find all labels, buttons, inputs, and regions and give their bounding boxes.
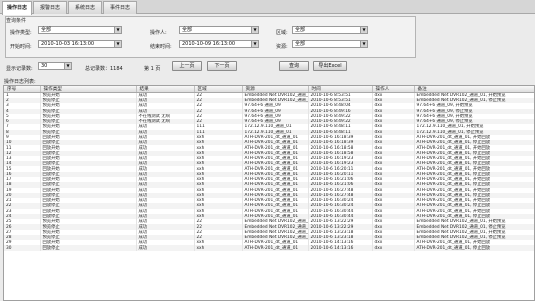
table-cell: ATH-DVR-201_dt_通道_01 bbox=[242, 140, 309, 146]
chevron-down-icon: ▼ bbox=[114, 27, 121, 33]
tab-system-log[interactable]: 系统日志 bbox=[68, 1, 102, 14]
table-cell: xxh bbox=[194, 245, 243, 251]
resource-label: 资源: bbox=[276, 44, 288, 50]
table-row[interactable]: 30 回放停止 成功 xxh ATH-DVR-201_dt_通道_01 2010-10-6… bbox=[4, 245, 534, 251]
query-conditions-panel bbox=[5, 16, 416, 58]
table-cell: ATH-DVR-201_dt_通道_01 bbox=[242, 182, 309, 188]
end-time-picker[interactable]: 2010-10-09 16:13:00 ▼ bbox=[179, 40, 259, 48]
chevron-down-icon: ▼ bbox=[360, 41, 367, 47]
total-records: 总记录数：1184 bbox=[85, 66, 123, 72]
table-cell: ATH-DVR-201_dt_通道_01 bbox=[242, 187, 309, 193]
query-button[interactable]: 查询 bbox=[279, 61, 309, 71]
region-label: 区域: bbox=[276, 30, 288, 36]
next-page-button[interactable]: 下一页 bbox=[207, 61, 237, 71]
start-time-label: 开始时间: bbox=[10, 44, 32, 50]
table-cell: ATH-DVR-201_dt_通道_01, 停止回放 bbox=[414, 245, 534, 251]
prev-page-button[interactable]: 上一页 bbox=[172, 61, 202, 71]
page-indicator: 第 1 页 bbox=[144, 66, 161, 72]
table-cell: ATH-DVR-201_dt_通道_01 bbox=[242, 161, 309, 167]
per-page-value: 30 bbox=[41, 63, 48, 69]
chevron-down-icon: ▼ bbox=[64, 63, 71, 69]
chevron-down-icon: ▼ bbox=[251, 27, 258, 33]
op-type-select[interactable]: 全部 ▼ bbox=[38, 26, 122, 34]
table-cell: 成功 bbox=[136, 245, 195, 251]
table-cell: ATH-DVR-201_dt_通道_01 bbox=[242, 245, 309, 251]
table-cell: dxx bbox=[372, 245, 415, 251]
operation-log-table: 序号 操作类型 结果 区域 资源 时间 操作人 备注 1 预览开始 成功 22 Embedded Ne… bbox=[3, 85, 535, 301]
tab-alarm-log[interactable]: 报警日志 bbox=[33, 1, 67, 14]
start-time-value: 2010-10-03 16:13:00 bbox=[41, 41, 95, 47]
operator-label: 操作人: bbox=[150, 30, 167, 36]
table-cell: Embedded Net DVR102_通道_01 bbox=[242, 219, 309, 225]
resource-select[interactable]: 全部 ▼ bbox=[292, 40, 368, 48]
op-type-label: 操作类型: bbox=[10, 30, 32, 36]
table-cell: ATH-DVR-201_dt_通道_01 bbox=[242, 166, 309, 172]
chevron-down-icon: ▼ bbox=[251, 41, 258, 47]
export-excel-button[interactable]: 导出Excel bbox=[313, 61, 347, 71]
table-cell: 2010-10-6 14:13:16 bbox=[308, 245, 373, 251]
table-cell: 回放停止 bbox=[40, 245, 137, 251]
table-cell: ATH-DVR-201_dt_通道_01 bbox=[242, 203, 309, 209]
resource-value: 全部 bbox=[295, 41, 306, 47]
table-cell: 30 bbox=[4, 245, 41, 251]
region-value: 全部 bbox=[295, 27, 306, 33]
per-page-label: 显示记录数: bbox=[6, 66, 33, 72]
chevron-down-icon: ▼ bbox=[360, 27, 367, 33]
chevron-down-icon: ▼ bbox=[114, 41, 121, 47]
end-time-label: 结束时间: bbox=[150, 44, 172, 50]
table-cell: Embedded Net DVR102_通道_01 bbox=[242, 224, 309, 230]
operator-value: 全部 bbox=[182, 27, 193, 33]
tab-operation-log[interactable]: 操作日志 bbox=[2, 1, 32, 15]
end-time-value: 2010-10-09 16:13:00 bbox=[182, 41, 236, 47]
log-list-title: 操作日志列表: bbox=[4, 79, 36, 85]
per-page-select[interactable]: 30 ▼ bbox=[38, 62, 72, 70]
query-conditions-legend: 查询条件 bbox=[6, 18, 27, 24]
start-time-picker[interactable]: 2010-10-03 16:13:00 ▼ bbox=[38, 40, 122, 48]
table-body: 1 预览开始 成功 22 Embedded Net DVR102_通道_01 2010-1… bbox=[4, 92, 534, 251]
tab-event-log[interactable]: 事件日志 bbox=[103, 1, 137, 14]
table-cell: ATH-DVR-201_dt_通道_01 bbox=[242, 240, 309, 246]
region-select[interactable]: 全部 ▼ bbox=[292, 26, 368, 34]
table-cell: ATH-DVR-201_dt_通道_01 bbox=[242, 145, 309, 151]
operator-select[interactable]: 全部 ▼ bbox=[179, 26, 259, 34]
op-type-value: 全部 bbox=[41, 27, 52, 33]
tab-bar: 操作日志 报警日志 系统日志 事件日志 bbox=[0, 0, 535, 15]
